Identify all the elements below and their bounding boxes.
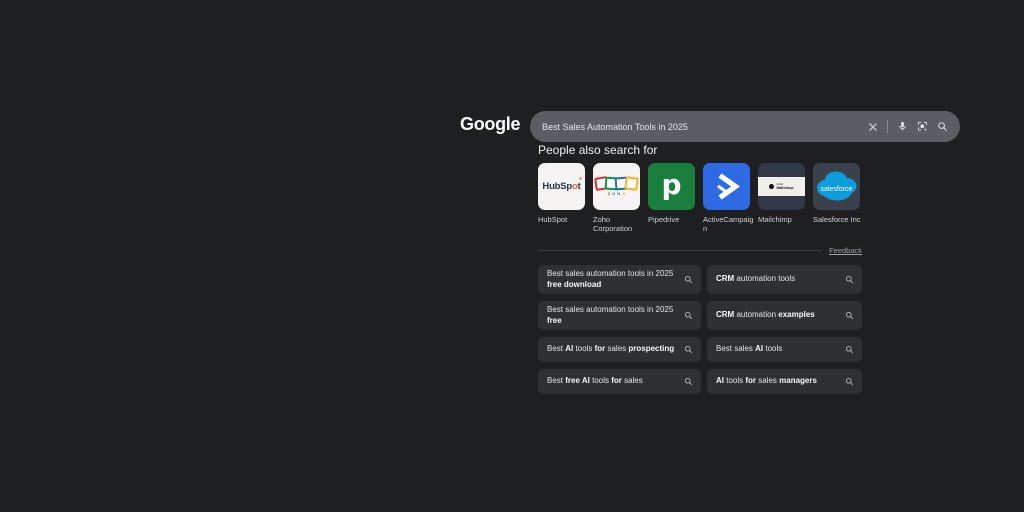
related-searches-grid: Best sales automation tools in 2025 free…: [538, 265, 862, 394]
people-also-search-for-heading: People also search for: [538, 143, 658, 157]
entity-label: Mailchimp: [758, 215, 792, 224]
related-search-text: CRM automation tools: [716, 274, 796, 284]
mailchimp-monkey-icon: [769, 184, 775, 189]
entity-tile-mailchimp[interactable]: Intuit Mailchimp: [758, 163, 805, 210]
search-icon: [845, 377, 854, 386]
salesforce-cloud-icon: salesforce: [817, 171, 857, 201]
search-icon: [845, 275, 854, 284]
activecampaign-chevron-icon: [717, 173, 740, 200]
feedback-row: Feedback: [538, 246, 862, 255]
search-icon: [845, 345, 854, 354]
search-icon: [684, 275, 693, 284]
related-search-text: AI tools for sales managers: [716, 376, 817, 386]
hubspot-sprocket-spark-icon: *: [579, 177, 582, 184]
related-search-text: Best sales automation tools in 2025 free: [547, 305, 674, 325]
related-search-text: Best sales AI tools: [716, 344, 783, 354]
entity-tile-hubspot[interactable]: HubSpo * t: [538, 163, 585, 210]
entity-label: Zoho Corporation: [593, 215, 633, 233]
entity-card-pipedrive: p Pipedrive: [648, 163, 695, 233]
mailchimp-wordmark: Intuit Mailchimp: [776, 182, 794, 190]
hubspot-logo: HubSpo * t: [542, 177, 582, 192]
mailchimp-band: Intuit Mailchimp: [758, 177, 805, 196]
entity-card-salesforce: salesforce Salesforce Inc: [813, 163, 861, 233]
related-search-chip[interactable]: AI tools for sales managers: [707, 369, 862, 394]
related-search-chip[interactable]: CRM automation tools: [707, 265, 862, 294]
search-bar-divider: [887, 120, 888, 133]
entity-label: Pipedrive: [648, 215, 680, 224]
related-search-text: Best sales automation tools in 2025 free…: [547, 269, 674, 289]
entity-card-activecampaign: ActiveCampaign: [703, 163, 753, 233]
search-icon[interactable]: [937, 121, 948, 132]
entity-tile-salesforce[interactable]: salesforce: [813, 163, 860, 210]
related-search-text: CRM automation examples: [716, 310, 815, 320]
entity-card-mailchimp: Intuit Mailchimp Mailchimp: [758, 163, 805, 233]
divider-line: [538, 250, 822, 251]
search-icon: [684, 345, 693, 354]
entity-card-hubspot: HubSpo * t HubSpot: [538, 163, 585, 233]
hubspot-sprocket-o: o *: [572, 177, 582, 192]
entity-label: Salesforce Inc: [813, 215, 861, 224]
zoho-logo: ZOHO: [594, 176, 639, 196]
search-icon: [845, 311, 854, 320]
lens-icon[interactable]: [917, 121, 928, 132]
google-logo[interactable]: Google: [460, 114, 521, 135]
search-bar[interactable]: [530, 111, 960, 142]
entity-tile-pipedrive[interactable]: p: [648, 163, 695, 210]
svg-text:salesforce: salesforce: [821, 186, 853, 193]
related-search-chip[interactable]: Best sales automation tools in 2025 free: [538, 301, 701, 330]
entity-label: HubSpot: [538, 215, 568, 224]
related-search-text: Best free AI tools for sales: [547, 376, 643, 386]
related-search-chip[interactable]: Best sales automation tools in 2025 free…: [538, 265, 701, 294]
google-search-page: Google Best Sales Automation Tools in 20…: [0, 0, 1024, 512]
related-search-chip[interactable]: Best AI tools for sales prospecting: [538, 337, 701, 362]
related-search-chip[interactable]: Best sales AI tools: [707, 337, 862, 362]
zoho-wordmark: ZOHO: [607, 191, 626, 196]
entity-card-zoho: Z O H O Zoho Corporation: [593, 163, 640, 233]
related-search-chip[interactable]: Best free AI tools for sales: [538, 369, 701, 394]
zoho-square-icon: [624, 176, 639, 191]
mic-icon[interactable]: [897, 121, 908, 132]
entity-tiles-row: HubSpo * t HubSpot Z O H O Zoho Corporation p Pipe…: [538, 163, 861, 233]
entity-tile-zoho[interactable]: ZOHO: [593, 163, 640, 210]
related-search-text: Best AI tools for sales prospecting: [547, 344, 675, 354]
search-bar-icons: [868, 120, 948, 133]
search-input[interactable]: [542, 121, 860, 132]
search-icon: [684, 377, 693, 386]
close-icon[interactable]: [868, 122, 878, 132]
zoho-squares-icon: [594, 176, 639, 191]
feedback-link[interactable]: Feedback: [829, 246, 862, 255]
entity-tile-activecampaign[interactable]: [703, 163, 750, 210]
related-search-chip[interactable]: CRM automation examples: [707, 301, 862, 330]
pipedrive-logo: p: [661, 168, 682, 201]
search-icon: [684, 311, 693, 320]
entity-label: ActiveCampaign: [703, 215, 754, 233]
